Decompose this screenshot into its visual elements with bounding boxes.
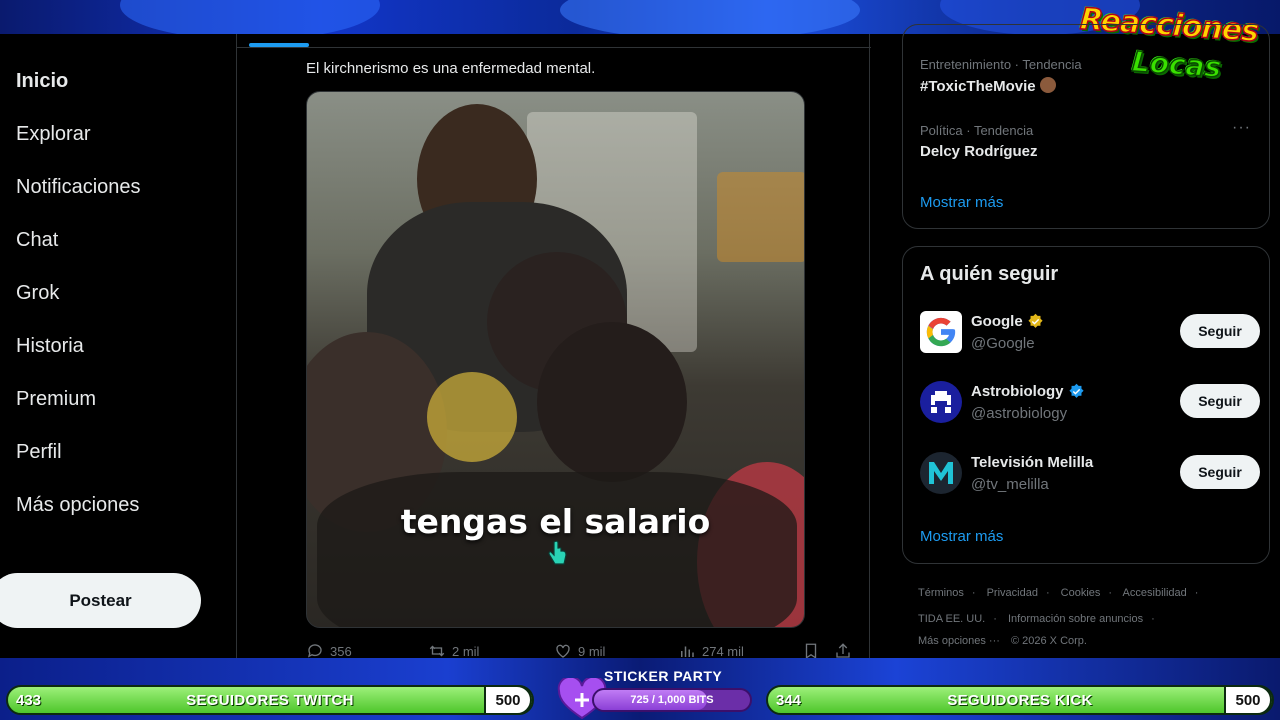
person-emoji-icon [1039, 77, 1056, 93]
video-crowd-head [537, 322, 687, 482]
follow-suggestion[interactable]: Televisión Melilla @tv_melilla Seguir [920, 452, 1260, 496]
tweet-video[interactable]: tengas el salario [306, 91, 805, 628]
twitch-followers-bar: 433 SEGUIDORES TWITCH 500 [6, 685, 534, 715]
follow-button[interactable]: Seguir [1180, 314, 1260, 348]
nav-item-perfil[interactable]: Perfil [16, 441, 62, 464]
footer-link[interactable]: Accesibilidad [1123, 587, 1187, 599]
nav-item-inicio[interactable]: Inicio [16, 70, 68, 93]
kick-current: 344 [776, 691, 802, 709]
footer-more-options[interactable]: Más opciones ··· [918, 635, 1000, 647]
show-more-follow-link[interactable]: Mostrar más [920, 528, 1003, 545]
footer-link[interactable]: TIDA EE. UU. [918, 613, 985, 625]
trends-card: Entretenimiento · Tendencia #ToxicTheMov… [902, 24, 1270, 229]
kick-label: SEGUIDORES KICK [947, 691, 1093, 709]
banner-swirl [120, 0, 380, 34]
twitch-goal: 500 [484, 685, 532, 715]
nav-item-notificaciones[interactable]: Notificaciones [16, 176, 141, 199]
blue-verified-icon [1068, 383, 1084, 398]
account-name: Astrobiology [971, 383, 1085, 400]
like-count: 9 mil [578, 643, 606, 659]
gold-verified-icon [1028, 313, 1043, 328]
video-yellow-shirt [427, 372, 517, 462]
footer-links-row3: Más opciones ··· © 2026 X Corp. [918, 635, 1268, 647]
trend-meta: Entretenimiento · Tendencia [920, 57, 1082, 72]
trend-name[interactable]: Delcy Rodríguez [920, 143, 1038, 160]
account-name: Google [971, 313, 1044, 330]
tweet-text: El kirchnerismo es una enfermedad mental… [306, 60, 596, 77]
account-name: Televisión Melilla [971, 454, 1094, 471]
sticker-progress-text: 725 / 1,000 BITS [630, 694, 714, 706]
twitch-label: SEGUIDORES TWITCH [186, 691, 354, 709]
nav-item-explorar[interactable]: Explorar [16, 123, 90, 146]
avatar [920, 311, 962, 353]
who-to-follow-title: A quién seguir [920, 263, 1059, 285]
post-button[interactable]: Postear [0, 573, 201, 628]
footer-link[interactable]: Cookies [1061, 587, 1101, 599]
video-caption: tengas el salario [400, 502, 711, 541]
footer-copyright: © 2026 X Corp. [1010, 635, 1087, 647]
footer-link[interactable]: Términos [918, 587, 964, 599]
melilla-logo-icon [929, 462, 953, 484]
footer-links-row1: Términos · Privacidad · Cookies · Accesibil… [918, 587, 1199, 599]
follow-suggestion[interactable]: Google @Google Seguir [920, 311, 1260, 355]
video-background-sign [717, 172, 804, 262]
who-to-follow-card: A quién seguir Google @Google Seguir Ast… [902, 246, 1270, 564]
nav-item-mas-opciones[interactable]: Más opciones [16, 494, 139, 517]
sticker-party-title: STICKER PARTY [604, 668, 723, 684]
account-handle: @astrobiology [971, 405, 1068, 422]
footer-link[interactable]: Información sobre anuncios [1008, 613, 1143, 625]
active-tab-indicator [249, 43, 309, 47]
footer-link[interactable]: Privacidad [987, 587, 1038, 599]
more-dots-icon[interactable]: ··· [1232, 119, 1251, 137]
banner-swirl [560, 0, 860, 34]
hand-cursor-icon [548, 540, 567, 565]
repost-count: 2 mil [452, 643, 480, 659]
trend-meta: Política · Tendencia [920, 123, 1034, 138]
nav-item-historia[interactable]: Historia [16, 335, 84, 358]
alien-icon [931, 391, 951, 413]
follow-button[interactable]: Seguir [1180, 455, 1260, 489]
stream-bottom-overlay: 433 SEGUIDORES TWITCH 500 STICKER PARTY … [0, 658, 1280, 720]
avatar [920, 452, 962, 494]
follow-button[interactable]: Seguir [1180, 384, 1260, 418]
avatar [920, 381, 962, 423]
nav-item-premium[interactable]: Premium [16, 388, 96, 411]
google-logo-icon [926, 317, 956, 347]
kick-followers-bar: 344 SEGUIDORES KICK 500 [766, 685, 1274, 715]
nav-item-chat[interactable]: Chat [16, 229, 58, 252]
kick-goal: 500 [1224, 685, 1272, 715]
reply-count: 356 [330, 643, 352, 659]
right-sidebar: Entretenimiento · Tendencia #ToxicTheMov… [900, 24, 1272, 660]
follow-suggestion[interactable]: Astrobiology @astrobiology Seguir [920, 381, 1260, 425]
sticker-progress-bar: 725 / 1,000 BITS [592, 688, 752, 712]
account-handle: @tv_melilla [971, 476, 1049, 493]
tab-divider [237, 47, 871, 48]
show-more-trends-link[interactable]: Mostrar más [920, 194, 1003, 211]
views-count: 274 mil [702, 643, 744, 659]
account-handle: @Google [971, 335, 1035, 352]
footer-links-row2: TIDA EE. UU. · Información sobre anuncios… [918, 613, 1155, 625]
timeline-column: El kirchnerismo es una enfermedad mental… [236, 34, 871, 660]
nav-item-grok[interactable]: Grok [16, 282, 59, 305]
twitch-current: 433 [16, 691, 42, 709]
trend-name[interactable]: #ToxicTheMovie [920, 77, 1056, 95]
sidebar-nav: Inicio Explorar Notificaciones Chat Grok… [0, 34, 236, 660]
